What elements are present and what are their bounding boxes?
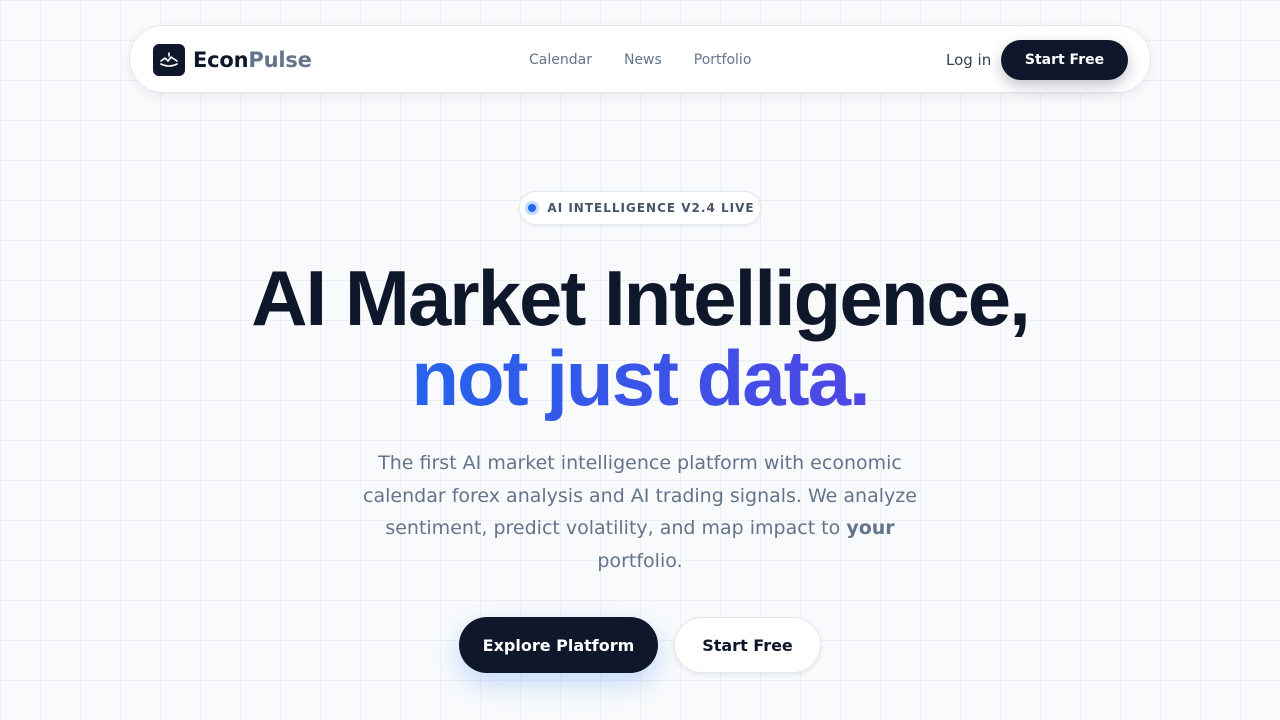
brand-name-secondary: Pulse: [248, 48, 312, 72]
main-nav: Calendar News Portfolio: [529, 26, 751, 94]
headline-line-1: AI Market Intelligence,: [251, 254, 1031, 342]
live-dot-icon: [525, 201, 540, 215]
subtitle-emphasis: your: [846, 517, 895, 539]
nav-link-news[interactable]: News: [624, 52, 662, 68]
login-link[interactable]: Log in: [946, 26, 991, 94]
nav-link-portfolio[interactable]: Portfolio: [694, 52, 752, 68]
explore-platform-button[interactable]: Explore Platform: [459, 617, 658, 673]
subtitle-text: The first AI market intelligence platfor…: [363, 452, 917, 539]
live-version-badge: AI INTELLIGENCE V2.4 LIVE: [519, 191, 761, 225]
wave-icon: [153, 44, 185, 76]
hero-start-free-button[interactable]: Start Free: [674, 617, 821, 673]
nav-link-calendar[interactable]: Calendar: [529, 52, 592, 68]
hero-headline: AI Market Intelligence, not just data.: [0, 258, 1280, 418]
top-navbar: EconPulse Calendar News Portfolio Log in…: [129, 25, 1151, 93]
hero-cta-row: Explore Platform Start Free: [0, 617, 1280, 673]
subtitle-end: portfolio.: [597, 549, 683, 572]
hero-subtitle: The first AI market intelligence platfor…: [360, 447, 920, 577]
brand-name-primary: Econ: [193, 48, 249, 72]
badge-label: AI INTELLIGENCE V2.4 LIVE: [547, 201, 755, 215]
nav-start-free-button[interactable]: Start Free: [1001, 40, 1128, 80]
headline-line-2-wrapper: not just data.: [0, 338, 1280, 418]
brand-logo[interactable]: EconPulse: [153, 44, 312, 76]
headline-line-2: not just data.: [411, 334, 870, 422]
brand-name: EconPulse: [193, 48, 312, 72]
